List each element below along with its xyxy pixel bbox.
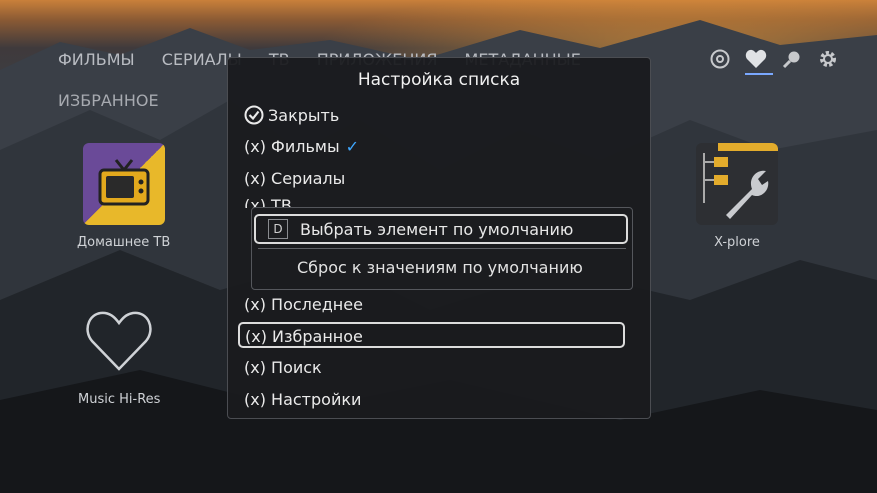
reset-defaults-button[interactable]: Сброс к значениям по умолчанию	[297, 258, 583, 277]
close-button[interactable]: Закрыть	[244, 105, 339, 125]
gear-icon[interactable]	[817, 48, 839, 70]
set-default-label: Выбрать элемент по умолчанию	[300, 219, 574, 239]
tv-app-icon	[82, 143, 165, 225]
menu-divider	[258, 248, 626, 249]
tile-label: X-plore	[714, 235, 760, 250]
default-d-icon: D	[268, 219, 288, 239]
nav-movies[interactable]: ФИЛЬМЫ	[58, 50, 135, 69]
list-item-settings[interactable]: (x) Настройки	[244, 390, 361, 409]
disc-icon[interactable]	[709, 48, 731, 70]
heart-outline-icon	[78, 300, 160, 382]
tile-label: Music Hi-Res	[78, 392, 161, 407]
search-icon[interactable]	[781, 48, 803, 70]
top-icon-bar	[709, 48, 839, 70]
list-item-series[interactable]: (x) Сериалы	[244, 169, 345, 188]
close-label: Закрыть	[268, 105, 340, 125]
list-item-search[interactable]: (x) Поиск	[244, 358, 322, 377]
checkmark-circle-icon	[244, 105, 264, 125]
tile-music-hi-res[interactable]: Music Hi-Res	[78, 300, 160, 407]
xplore-app-icon	[696, 143, 778, 225]
heart-icon[interactable]	[745, 48, 767, 70]
list-item-favorites[interactable]: (x) Избранное	[238, 322, 625, 348]
tile-xplore[interactable]: X-plore	[696, 143, 778, 250]
dialog-title: Настройка списка	[357, 70, 521, 90]
tile-label: Домашнее ТВ	[77, 235, 171, 250]
checkmark-icon: ✓	[345, 137, 359, 156]
set-default-button[interactable]: D Выбрать элемент по умолчанию	[254, 214, 628, 244]
nav-favorites[interactable]: ИЗБРАННОЕ	[58, 91, 159, 110]
context-menu: D Выбрать элемент по умолчанию Сброс к з…	[251, 207, 633, 290]
list-item-movies[interactable]: (x) Фильмы ✓	[244, 137, 359, 156]
list-item-label: (x) Фильмы	[244, 137, 340, 156]
tile-home-tv[interactable]: Домашнее ТВ	[77, 143, 170, 250]
list-item-recent[interactable]: (x) Последнее	[244, 295, 363, 314]
favorites-active-indicator	[745, 73, 773, 75]
